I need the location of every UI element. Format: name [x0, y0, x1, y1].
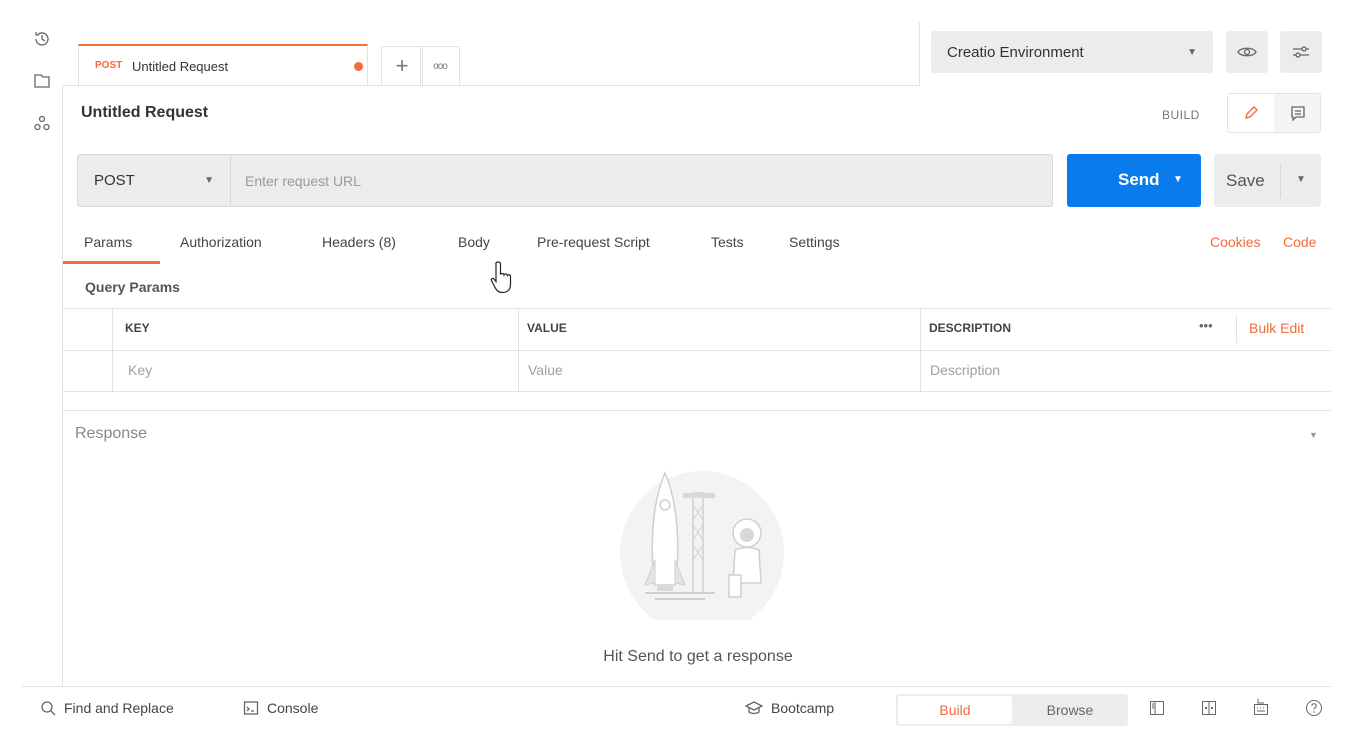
- chevron-down-icon: ▼: [1187, 46, 1197, 58]
- mode-label: BUILD: [1162, 108, 1200, 122]
- two-pane-view-icon[interactable]: [1149, 700, 1165, 716]
- chevron-down-icon: ▼: [204, 175, 214, 186]
- query-params-title: Query Params: [85, 279, 180, 295]
- cookies-link[interactable]: Cookies: [1210, 234, 1261, 250]
- tab-settings[interactable]: Settings: [789, 234, 840, 250]
- request-name[interactable]: Untitled Request: [81, 104, 208, 122]
- response-title: Response: [75, 425, 148, 442]
- sliders-icon: [1293, 46, 1309, 58]
- eye-icon: [1237, 47, 1257, 57]
- request-tab-active[interactable]: POST Untitled Request: [78, 44, 368, 85]
- bulk-edit-link[interactable]: Bulk Edit: [1249, 320, 1304, 336]
- description-input[interactable]: Description: [930, 362, 1000, 378]
- active-tab-underline: [63, 261, 160, 264]
- tab-pre-request-script[interactable]: Pre-request Script: [537, 234, 650, 250]
- column-options-button[interactable]: •••: [1199, 318, 1213, 333]
- column-description: DESCRIPTION: [929, 321, 1012, 335]
- tab-authorization[interactable]: Authorization: [180, 234, 262, 250]
- build-mode-button[interactable]: [1228, 94, 1274, 132]
- tab-params[interactable]: Params: [84, 234, 132, 250]
- url-input[interactable]: [231, 154, 1053, 207]
- sidebar-rail: [22, 22, 63, 686]
- environment-select[interactable]: Creatio Environment ▼: [931, 31, 1213, 73]
- environment-quick-look-button[interactable]: [1226, 31, 1268, 73]
- search-icon: [41, 701, 56, 716]
- build-toggle-button[interactable]: Build: [898, 696, 1012, 724]
- tab-method: POST: [95, 60, 123, 71]
- rocket-illustration-icon: [620, 471, 784, 620]
- manage-environments-button[interactable]: [1280, 31, 1322, 73]
- pencil-icon: [1245, 106, 1258, 119]
- console-icon: [243, 701, 259, 715]
- tab-options-button[interactable]: ooo: [420, 46, 460, 85]
- tab-body[interactable]: Body: [458, 234, 490, 250]
- send-button[interactable]: Send ▼: [1067, 154, 1201, 207]
- empty-response-message: Hit Send to get a response: [603, 648, 793, 665]
- console-button[interactable]: Console: [243, 700, 318, 716]
- split-view-icon[interactable]: [1201, 700, 1217, 716]
- method-select[interactable]: POST ▼: [77, 154, 231, 207]
- bootcamp-label: Bootcamp: [771, 700, 835, 716]
- save-label: Save: [1226, 171, 1265, 190]
- comments-button[interactable]: [1278, 94, 1318, 132]
- value-input[interactable]: Value: [528, 362, 563, 378]
- unsaved-dot-icon: [354, 62, 363, 71]
- graduation-cap-icon: [745, 701, 763, 715]
- save-button[interactable]: Save ▼: [1214, 154, 1321, 207]
- code-link[interactable]: Code: [1283, 234, 1316, 250]
- tab-headers[interactable]: Headers (8): [322, 234, 396, 250]
- browse-toggle-button[interactable]: Browse: [1014, 696, 1126, 724]
- response-collapse-icon[interactable]: ▼: [1309, 430, 1318, 440]
- keyboard-shortcuts-icon[interactable]: [1253, 698, 1269, 716]
- history-icon[interactable]: [22, 24, 62, 54]
- save-options-icon[interactable]: ▼: [1296, 174, 1306, 185]
- comment-icon: [1291, 106, 1305, 121]
- bootcamp-button[interactable]: Bootcamp: [745, 700, 834, 716]
- send-options-icon[interactable]: ▼: [1173, 174, 1183, 185]
- hand-cursor-icon: [490, 261, 512, 294]
- apis-icon[interactable]: [22, 108, 62, 138]
- tab-title: Untitled Request: [132, 59, 229, 74]
- find-replace-button[interactable]: Find and Replace: [40, 700, 174, 716]
- key-input[interactable]: Key: [128, 362, 152, 378]
- find-replace-label: Find and Replace: [64, 700, 174, 716]
- tab-tests[interactable]: Tests: [711, 234, 744, 250]
- send-label: Send: [1118, 170, 1160, 189]
- help-icon[interactable]: [1305, 699, 1323, 717]
- status-bar: [22, 686, 1331, 735]
- method-label: POST: [94, 172, 135, 189]
- environment-label: Creatio Environment: [947, 43, 1084, 61]
- column-value: VALUE: [527, 321, 567, 335]
- console-label: Console: [267, 700, 319, 716]
- column-key: KEY: [125, 321, 150, 335]
- collections-icon[interactable]: [22, 66, 62, 96]
- new-tab-button[interactable]: +: [381, 46, 423, 85]
